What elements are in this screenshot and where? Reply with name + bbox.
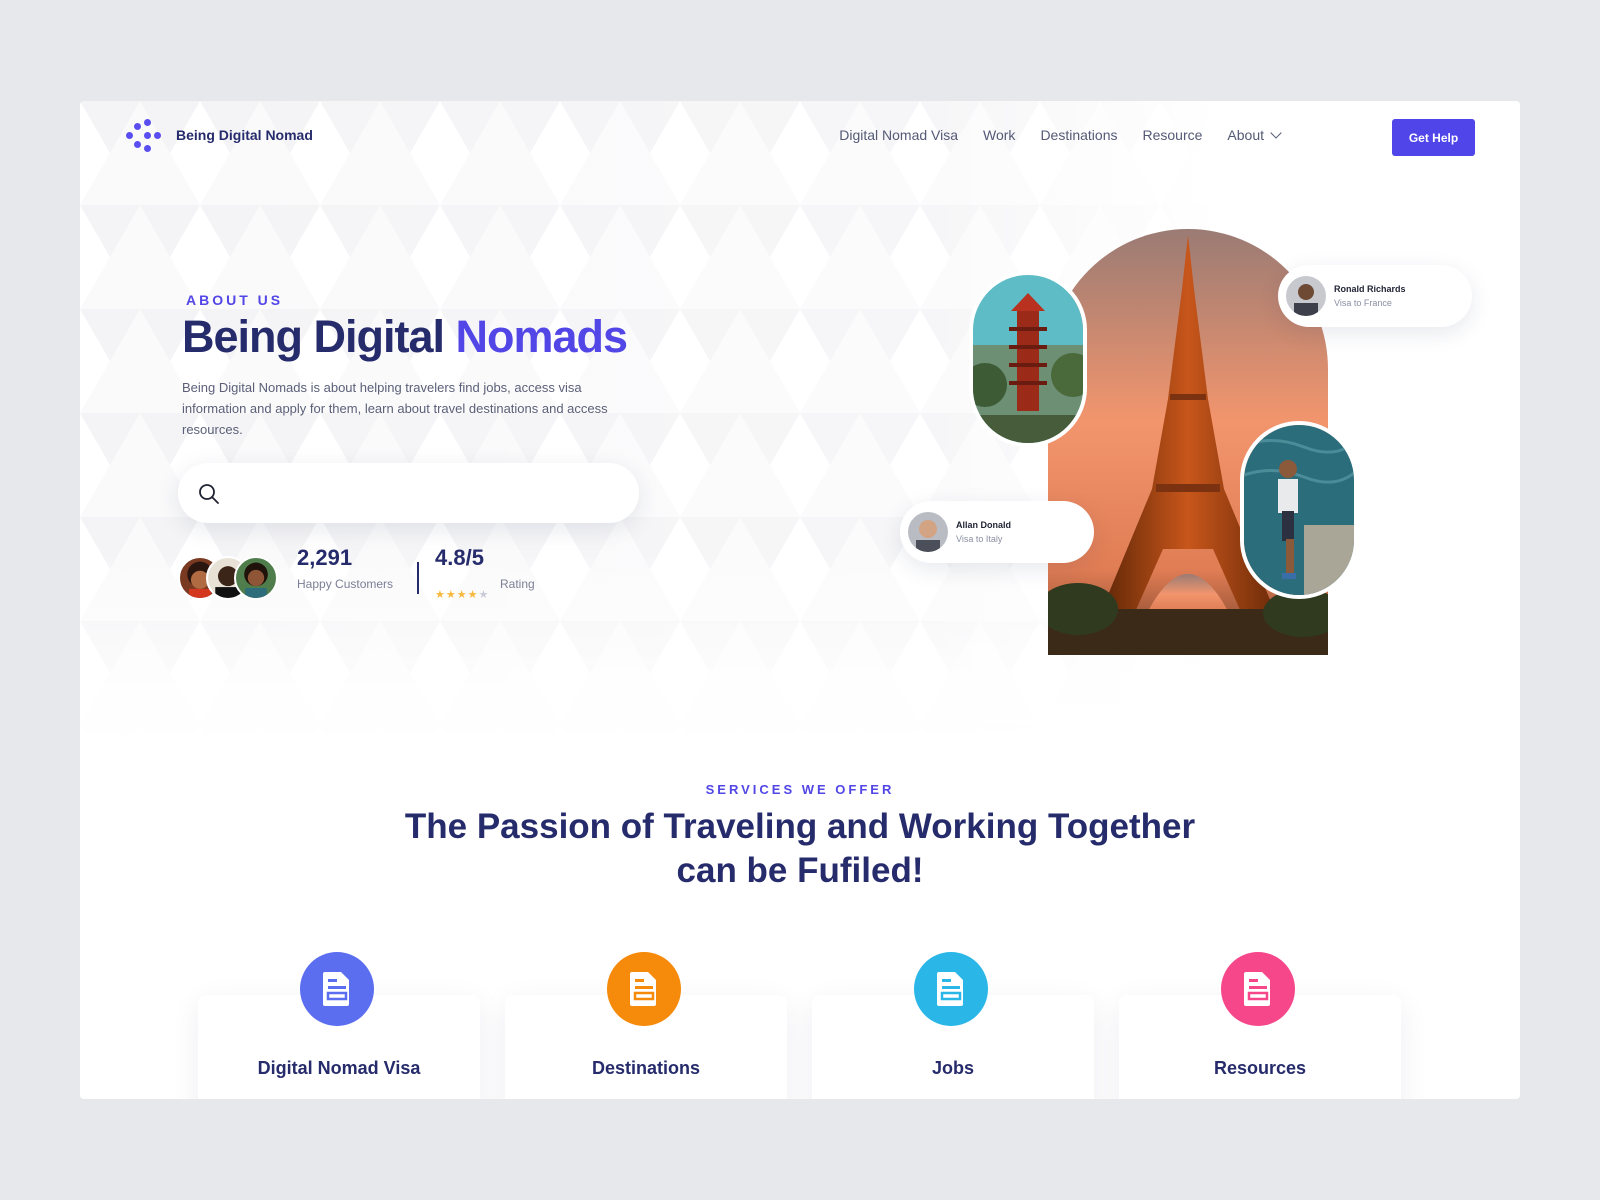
person-name: Ronald Richards — [1334, 284, 1406, 294]
brand-name: Being Digital Nomad — [176, 127, 313, 143]
document-icon — [300, 952, 374, 1026]
nav-label: Resource — [1142, 127, 1203, 143]
star-empty-icon: ★ — [478, 589, 489, 601]
hero-description: Being Digital Nomads is about helping tr… — [182, 380, 608, 437]
customer-avatars — [178, 556, 278, 602]
rating-stars: ★ ★ ★ ★ ★ — [435, 590, 488, 601]
get-help-button[interactable]: Get Help — [1392, 119, 1475, 156]
hero-title-accent: Nomads — [455, 311, 629, 362]
hero-eyebrow: ABOUT US — [186, 292, 284, 308]
nav-item-destinations[interactable]: Destinations — [1040, 127, 1117, 143]
star-icon: ★ — [467, 589, 478, 601]
person-subtitle: Visa to Italy — [956, 534, 1003, 544]
nav-label: Destinations — [1040, 127, 1118, 143]
testimonial-card[interactable]: Allan Donald Visa to Italy — [900, 501, 1094, 563]
services-title-line1: The Passion of Traveling and Working Tog… — [404, 807, 1196, 846]
rating-label: Rating — [500, 577, 535, 591]
nav-item-resource[interactable]: Resource — [1142, 127, 1202, 143]
traveler-image — [1240, 421, 1358, 599]
services-title-line2: can be Fufiled! — [676, 851, 924, 890]
logo-icon — [126, 119, 162, 152]
avatar — [908, 512, 948, 552]
search-icon — [199, 484, 219, 504]
nav-label: About — [1227, 127, 1264, 143]
nav-item-about[interactable]: About — [1227, 126, 1282, 143]
service-label: Resources — [1213, 1058, 1307, 1078]
nav-label: Work — [983, 127, 1016, 143]
services-eyebrow: SERVICES WE OFFER — [705, 782, 895, 797]
document-icon — [1244, 972, 1270, 1006]
chevron-down-icon — [1270, 126, 1282, 139]
document-icon — [630, 972, 656, 1006]
document-icon — [607, 952, 681, 1026]
pagoda-image — [969, 271, 1087, 447]
person-subtitle: Visa to France — [1334, 298, 1392, 308]
person-name: Allan Donald — [956, 520, 1012, 530]
services-title: The Passion of Traveling and Working Tog… — [80, 805, 1520, 893]
search-input[interactable] — [234, 475, 614, 511]
nav-item-digital-nomad-visa[interactable]: Digital Nomad Visa — [839, 127, 958, 143]
nav-label: Digital Nomad Visa — [839, 127, 959, 143]
nav-item-work[interactable]: Work — [983, 127, 1015, 143]
document-icon — [1221, 952, 1295, 1026]
star-icon: ★ — [445, 589, 456, 601]
document-icon — [323, 972, 349, 1006]
service-label: Digital Nomad Visa — [257, 1058, 421, 1078]
service-label: Jobs — [931, 1058, 974, 1078]
brand-logo[interactable]: Being Digital Nomad — [126, 119, 313, 152]
customers-label: Happy Customers — [297, 577, 394, 591]
avatar — [234, 556, 278, 600]
hero-title-main: Being Digital — [182, 311, 445, 362]
main-nav: Digital Nomad Visa Work Destinations Res… — [839, 126, 1282, 143]
star-icon: ★ — [456, 589, 467, 601]
search-bar[interactable] — [178, 463, 639, 523]
rating-value: 4.8/5 — [435, 545, 484, 570]
testimonial-card[interactable]: Ronald Richards Visa to France — [1278, 265, 1472, 327]
service-label: Destinations — [591, 1058, 701, 1078]
avatar — [1286, 276, 1326, 316]
document-icon — [937, 972, 963, 1006]
hero-title: Being Digital Nomads — [182, 311, 629, 363]
document-icon — [914, 952, 988, 1026]
stats-divider — [417, 562, 419, 594]
landing-page: Being Digital Nomad Digital Nomad Visa W… — [80, 101, 1520, 1099]
testimonial-text: Allan Donald Visa to Italy — [956, 520, 1011, 544]
star-icon: ★ — [435, 589, 445, 601]
testimonial-text: Ronald Richards Visa to France — [1334, 284, 1406, 308]
customers-count: 2,291 — [297, 545, 353, 570]
